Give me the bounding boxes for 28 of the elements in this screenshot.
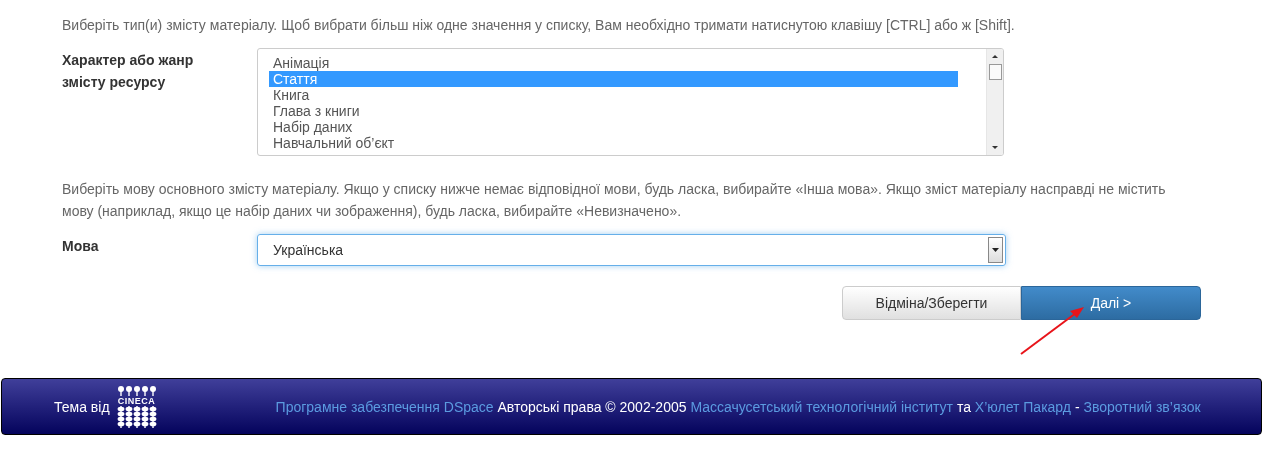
list-option[interactable]: Навчальний об’єкт <box>269 135 958 151</box>
language-select[interactable]: Українська <box>257 234 1006 266</box>
cancel-save-button[interactable]: Відміна/Зберегти <box>842 286 1021 320</box>
footer-text: Авторські права © 2002-2005 <box>497 398 687 415</box>
arrow-annotation <box>1018 305 1086 357</box>
scroll-thumb[interactable] <box>988 64 1002 80</box>
abacus-icon <box>115 405 158 428</box>
footer-text: - <box>1074 398 1080 415</box>
footer-text: та <box>956 398 971 415</box>
theme-label: Тема від <box>54 398 110 415</box>
field-label: Характер або жанр змісту ресурсу <box>62 51 195 92</box>
list-option[interactable]: Книга <box>269 87 958 103</box>
field-label: Мова <box>62 237 100 256</box>
abacus-icon <box>115 385 158 396</box>
scrollbar[interactable] <box>986 49 1003 155</box>
list-option[interactable]: Анімація <box>269 55 958 71</box>
list-option[interactable]: Набір даних <box>269 119 958 135</box>
list-option[interactable]: Глава з книги <box>269 103 958 119</box>
genre-listbox[interactable]: Анімація Стаття Книга Глава з книги Набір даних Навчальний об’єкт <box>257 48 1004 156</box>
cineca-logo[interactable]: CINECA <box>115 385 158 428</box>
footer-link[interactable]: Х’юлет Пакард <box>974 398 1071 415</box>
footer-link[interactable]: Програмне забезпечення DSpace <box>275 398 494 415</box>
caret-icon <box>992 248 999 252</box>
footer-link[interactable]: Зворотний зв’язок <box>1083 398 1201 415</box>
next-button[interactable]: Далі > <box>1021 286 1201 320</box>
instruction-text: Виберіть мову основного змісту матеріалу. Якщо у списку нижче немає відповідної мови, будь ласка, вибирайте «Інша мова». Якщо зміст матеріалу насправді не містить мову (наприклад, якщо це набір даних чи зображення), будь ласка, вибирайте «Невизначено». <box>62 180 1167 221</box>
instruction-text: Виберіть тип(и) змісту матеріалу. Щоб вибрати більш ніж одне значення у списку, Вам необхідно тримати натиснутою клавішу [CTRL] або ж [Shift]. <box>62 16 1016 35</box>
footer-link[interactable]: Массачусетський технологічний інститут <box>690 398 954 415</box>
